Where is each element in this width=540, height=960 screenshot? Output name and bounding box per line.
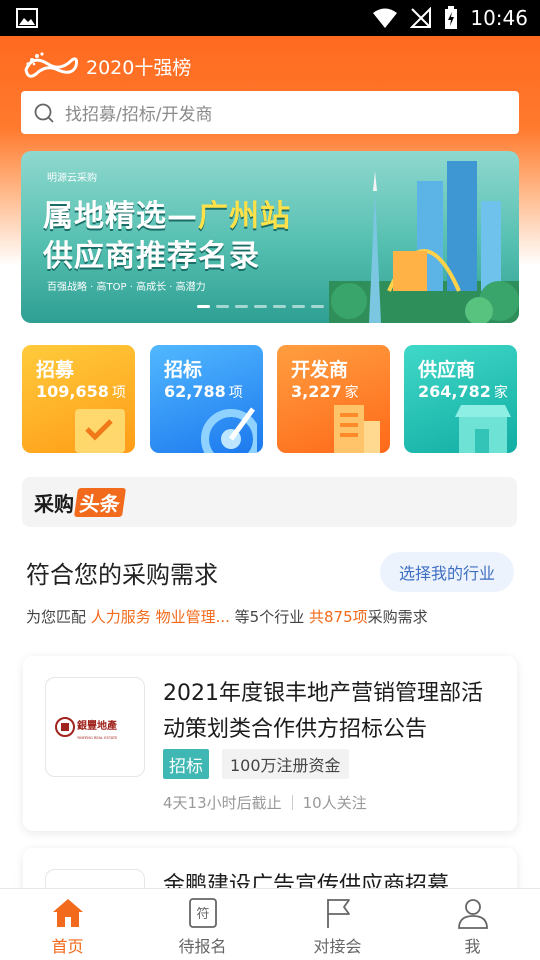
banner-brand: 明源云采购 (47, 173, 97, 184)
gallery-notification-icon (16, 8, 38, 28)
user-icon (457, 899, 488, 929)
banner-headline-2: 供应商推荐名录 (43, 239, 260, 274)
match-summary: 为您匹配 人力服务 物业管理... 等5个行业 共875项采购需求 (26, 608, 428, 626)
flag-icon (326, 899, 350, 928)
search-placeholder: 找招募/招标/开发商 (65, 105, 213, 125)
select-industry-button[interactable]: 选择我的行业 (380, 552, 514, 592)
company-logo: 銀豐地產 YINFENG REAL ESTATE (45, 677, 145, 777)
banner-subtitle: 百强战略 · 高TOP · 高成长 · 高潜力 (47, 282, 206, 293)
header-logo-row[interactable]: 2020十强榜 (22, 46, 191, 86)
building-icon (334, 405, 380, 453)
tab-home[interactable]: 首页 (0, 889, 135, 960)
no-signal-icon (410, 7, 432, 28)
tab-matchmaking[interactable]: 对接会 (270, 889, 405, 960)
tab-pending-signup[interactable]: 符 待报名 (135, 889, 270, 960)
battery-charging-icon (445, 6, 458, 29)
followers-text: 10人关注 (302, 794, 367, 812)
target-icon (201, 407, 257, 453)
storefront-icon (455, 405, 511, 453)
status-bar: 10:46 (0, 0, 540, 36)
card-title[interactable]: 2021年度银丰地产营销管理部活动策划类合作供方招标公告 (163, 676, 503, 748)
mingyuan-logo-icon (24, 52, 78, 78)
wifi-icon (373, 8, 398, 28)
banner-headline-1: 属地精选—广州站 (43, 199, 291, 234)
home-icon (52, 899, 83, 927)
headlines-logo-text: 采购 (34, 491, 74, 516)
tab-me[interactable]: 我 (405, 889, 540, 960)
guangzhou-skyline-illustration (329, 161, 519, 323)
bottom-tab-bar: 首页 符 待报名 对接会 我 (0, 888, 540, 960)
category-zhaobiao[interactable]: 招标 62,788 项 (150, 345, 263, 453)
category-kaifashang[interactable]: 开发商 3,227 家 (277, 345, 390, 453)
procurement-card[interactable]: 銀豐地產 YINFENG REAL ESTATE 2021年度银丰地产营销管理部… (23, 656, 517, 831)
deadline-text: 4天13小时后截止 (163, 794, 282, 812)
promo-banner[interactable]: 明源云采购 属地精选—广州站 供应商推荐名录 百强战略 · 高TOP · 高成长… (21, 151, 519, 323)
svg-text:符: 符 (196, 906, 209, 922)
svg-text:YINFENG REAL ESTATE: YINFENG REAL ESTATE (77, 736, 118, 740)
capital-tag: 100万注册资金 (222, 749, 349, 779)
svg-text:銀豐地產: 銀豐地產 (77, 719, 117, 732)
type-tag: 招标 (163, 749, 209, 779)
category-gongyingshang[interactable]: 供应商 264,782 家 (404, 345, 517, 453)
search-icon (34, 103, 54, 123)
checklist-icon (75, 409, 125, 453)
category-zhaomu[interactable]: 招募 109,658 项 (22, 345, 135, 453)
card-meta: 4天13小时后截止 10人关注 (163, 792, 367, 813)
banner-pagination (197, 305, 324, 308)
header-title[interactable]: 2020十强榜 (86, 53, 191, 80)
section-title: 符合您的采购需求 (26, 561, 218, 589)
search-bar[interactable]: 找招募/招标/开发商 (21, 91, 519, 134)
headlines-logo-badge: 头条 (73, 487, 127, 517)
match-industries-link[interactable]: 人力服务 物业管理... (91, 608, 230, 626)
status-time: 10:46 (470, 6, 528, 30)
purchase-headlines-bar[interactable]: 采购 头条 (22, 477, 517, 527)
pending-signup-icon: 符 (188, 898, 217, 928)
